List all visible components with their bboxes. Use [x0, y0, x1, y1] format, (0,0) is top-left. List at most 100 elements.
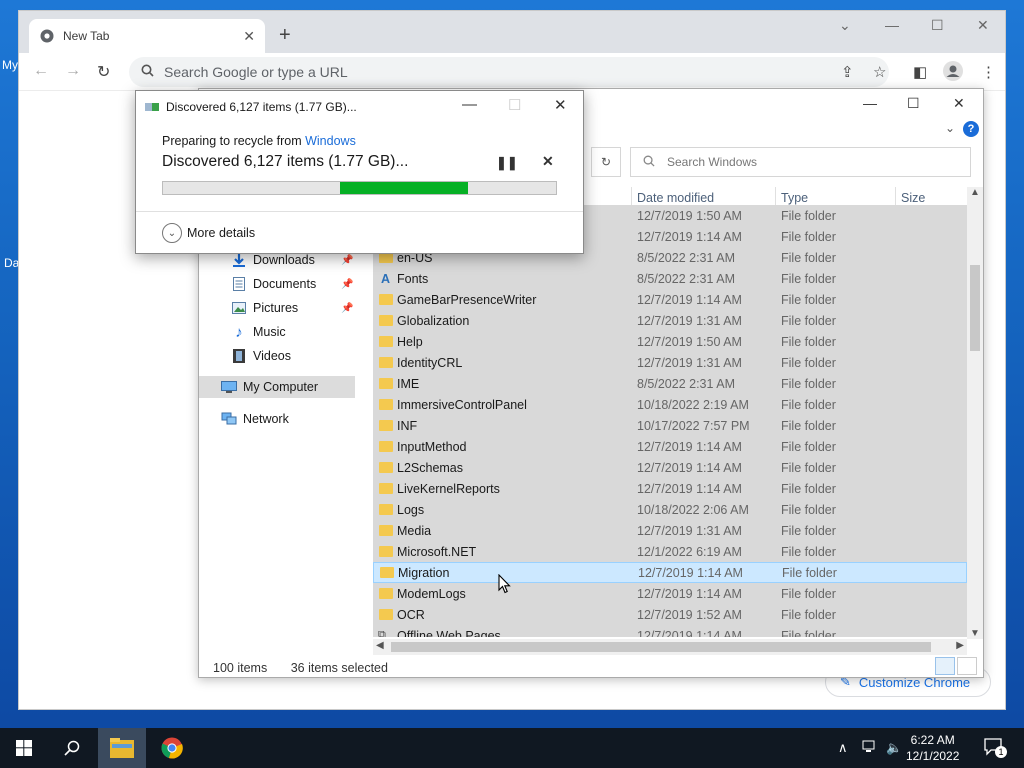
- close-tab-icon[interactable]: ✕: [243, 28, 255, 45]
- scroll-right-icon[interactable]: ▶: [956, 640, 964, 651]
- network-status-icon[interactable]: [862, 740, 878, 757]
- item-count: 100 items: [213, 661, 268, 675]
- ribbon-expand-icon[interactable]: ⌄: [945, 121, 955, 135]
- taskbar-file-explorer[interactable]: [98, 728, 146, 768]
- new-tab-button[interactable]: +: [279, 25, 291, 45]
- minimize-button[interactable]: —: [885, 17, 899, 33]
- nav-item-pictures[interactable]: Pictures 📌: [231, 297, 353, 319]
- show-hidden-icons-icon[interactable]: ∧: [838, 740, 848, 756]
- horizontal-scrollbar[interactable]: ◀ ▶: [373, 639, 967, 655]
- column-header-size[interactable]: Size: [901, 191, 925, 205]
- vertical-scrollbar[interactable]: ▲ ▼: [967, 187, 983, 639]
- help-icon[interactable]: ?: [963, 121, 979, 137]
- file-list: 12/7/2019 1:50 AM File folder 12/7/2019 1…: [373, 205, 967, 637]
- nav-item-my-computer[interactable]: My Computer: [199, 376, 355, 398]
- folder-icon: [379, 336, 393, 347]
- pin-icon[interactable]: 📌: [341, 279, 353, 290]
- file-row[interactable]: IdentityCRL 12/7/2019 1:31 AM File folder: [373, 352, 967, 373]
- details-view-icon[interactable]: [935, 657, 955, 675]
- pin-icon[interactable]: 📌: [341, 255, 353, 266]
- pin-icon[interactable]: 📌: [341, 303, 353, 314]
- file-row[interactable]: GameBarPresenceWriter 12/7/2019 1:14 AM Fi…: [373, 289, 967, 310]
- folder-icon: [379, 504, 393, 515]
- maximize-button[interactable]: ☐: [931, 17, 944, 34]
- divider: [136, 211, 583, 212]
- explorer-maximize-button[interactable]: ☐: [907, 95, 920, 112]
- pause-icon[interactable]: ❚❚: [496, 155, 518, 171]
- nav-item-music[interactable]: ♪ Music: [231, 321, 285, 343]
- share-icon[interactable]: ⇪: [841, 63, 854, 81]
- file-row[interactable]: A Fonts 8/5/2022 2:31 AM File folder: [373, 268, 967, 289]
- file-row[interactable]: ModemLogs 12/7/2019 1:14 AM File folder: [373, 583, 967, 604]
- close-window-button[interactable]: ✕: [977, 17, 989, 34]
- dialog-minimize-button[interactable]: —: [462, 96, 477, 113]
- forward-icon[interactable]: →: [65, 62, 81, 80]
- file-row[interactable]: Globalization 12/7/2019 1:31 AM File folde…: [373, 310, 967, 331]
- file-row[interactable]: Logs 10/18/2022 2:06 AM File folder: [373, 499, 967, 520]
- scroll-thumb[interactable]: [391, 642, 931, 652]
- taskbar-chrome[interactable]: [148, 728, 196, 768]
- nav-item-documents[interactable]: Documents 📌: [231, 273, 353, 295]
- file-row[interactable]: IME 8/5/2022 2:31 AM File folder: [373, 373, 967, 394]
- scroll-thumb[interactable]: [970, 265, 980, 351]
- file-row[interactable]: Media 12/7/2019 1:31 AM File folder: [373, 520, 967, 541]
- chrome-favicon-icon: [39, 28, 55, 44]
- file-row[interactable]: Microsoft.NET 12/1/2022 6:19 AM File folde…: [373, 541, 967, 562]
- start-button[interactable]: [0, 728, 48, 768]
- search-icon: [141, 64, 154, 80]
- notification-badge: 1: [995, 746, 1007, 758]
- system-clock[interactable]: 6:22 AM 12/1/2022: [906, 732, 959, 764]
- file-row[interactable]: ImmersiveControlPanel 10/18/2022 2:19 AM F…: [373, 394, 967, 415]
- action-center-icon[interactable]: 1: [984, 738, 1007, 759]
- folder-icon: [379, 462, 393, 473]
- scroll-left-icon[interactable]: ◀: [376, 640, 384, 651]
- reload-icon[interactable]: ↻: [97, 62, 110, 82]
- column-header-type[interactable]: Type: [781, 191, 808, 205]
- nav-item-videos[interactable]: Videos: [231, 345, 291, 367]
- file-row[interactable]: InputMethod 12/7/2019 1:14 AM File folder: [373, 436, 967, 457]
- explorer-minimize-button[interactable]: —: [863, 95, 877, 111]
- file-row[interactable]: Help 12/7/2019 1:50 AM File folder: [373, 331, 967, 352]
- scroll-down-icon[interactable]: ▼: [970, 628, 980, 639]
- large-icons-view-icon[interactable]: [957, 657, 977, 675]
- bookmark-star-icon[interactable]: ☆: [873, 63, 886, 81]
- folder-icon: [379, 483, 393, 494]
- nav-label: Pictures: [253, 301, 299, 315]
- folder-icon: [379, 357, 393, 368]
- scroll-up-icon[interactable]: ▲: [970, 187, 980, 198]
- file-row[interactable]: LiveKernelReports 12/7/2019 1:14 AM File f…: [373, 478, 967, 499]
- more-details-button[interactable]: ⌄ More details: [162, 223, 255, 243]
- clock-date: 12/1/2022: [906, 749, 960, 763]
- file-row[interactable]: L2Schemas 12/7/2019 1:14 AM File folder: [373, 457, 967, 478]
- side-panel-icon[interactable]: ◧: [913, 63, 927, 81]
- omnibox[interactable]: Search Google or type a URL: [129, 57, 889, 87]
- file-row[interactable]: INF 10/17/2022 7:57 PM File folder: [373, 415, 967, 436]
- volume-icon[interactable]: 🔈: [886, 740, 902, 756]
- taskbar-search-button[interactable]: [48, 728, 96, 768]
- tab-search-icon[interactable]: ⌄: [839, 17, 851, 34]
- profile-avatar-icon[interactable]: [943, 61, 963, 85]
- folder-icon: [380, 567, 394, 578]
- cancel-icon[interactable]: ✕: [542, 153, 554, 170]
- file-row[interactable]: OCR 12/7/2019 1:52 AM File folder: [373, 604, 967, 625]
- menu-kebab-icon[interactable]: ⋮: [981, 63, 996, 81]
- refresh-button[interactable]: ↻: [591, 147, 621, 177]
- windows-logo-icon: [16, 740, 32, 756]
- dialog-close-button[interactable]: ✕: [554, 96, 567, 114]
- nav-label: Downloads: [253, 253, 315, 267]
- search-icon: [643, 155, 655, 170]
- search-input[interactable]: Search Windows: [630, 147, 971, 177]
- tab-new-tab[interactable]: New Tab ✕: [29, 19, 265, 53]
- nav-item-network[interactable]: Network: [221, 408, 289, 430]
- network-icon: [221, 412, 237, 426]
- explorer-close-button[interactable]: ✕: [953, 95, 965, 112]
- file-row[interactable]: ⧉ Offline Web Pages 12/7/2019 1:14 AM File …: [373, 625, 967, 638]
- back-icon[interactable]: ←: [33, 62, 49, 80]
- nav-label: Network: [243, 412, 289, 426]
- search-placeholder: Search Windows: [667, 155, 758, 169]
- source-folder-link[interactable]: Windows: [305, 134, 356, 148]
- file-row-hovered[interactable]: Migration 12/7/2019 1:14 AM File folder: [373, 562, 967, 583]
- column-header-date[interactable]: Date modified: [637, 191, 714, 205]
- folder-icon: [379, 525, 393, 536]
- navigation-pane: Downloads 📌 Documents 📌 Pictures 📌 ♪ Mus…: [199, 249, 374, 629]
